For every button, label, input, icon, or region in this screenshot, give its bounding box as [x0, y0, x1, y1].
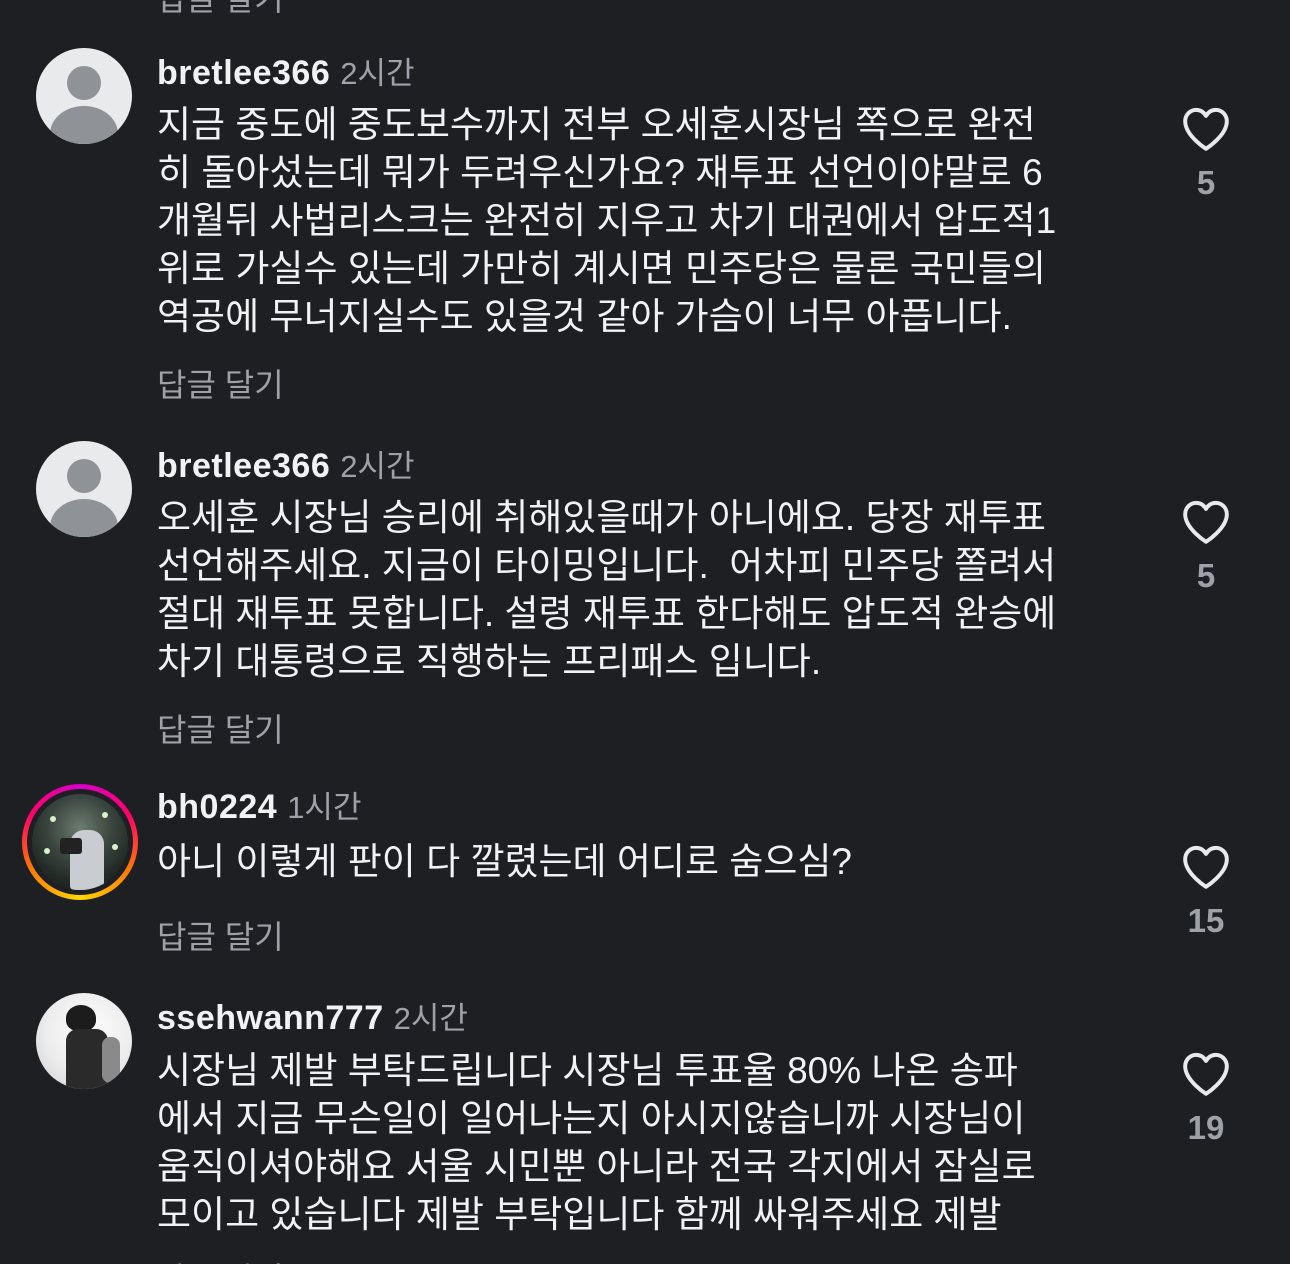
default-avatar-icon[interactable]: [36, 441, 132, 537]
comment-meta: bretlee366 2시간: [157, 441, 415, 486]
like-control: 5: [1170, 499, 1242, 595]
avatar-body-shape: [50, 499, 118, 537]
default-avatar-icon[interactable]: [36, 48, 132, 144]
comment-timestamp: 2시간: [393, 1001, 468, 1036]
heart-icon[interactable]: [1181, 499, 1231, 545]
comment-text: 아니 이렇게 판이 다 깔렸는데 어디로 숨으심?: [157, 841, 852, 882]
bokeh-light: [112, 844, 118, 850]
comment-timestamp: 1시간: [287, 790, 362, 825]
avatar-hair-shape: [66, 1005, 96, 1031]
like-count: 5: [1196, 557, 1216, 594]
like-control: 19: [1170, 1051, 1242, 1147]
camera-shape: [60, 838, 82, 854]
bokeh-light: [102, 812, 108, 818]
reply-button[interactable]: 답글 달기: [157, 705, 284, 751]
comment-text: 지금 중도에 중도보수까지 전부 오세훈시장님 쪽으로 완전 히 돌아섰는데 뭐…: [157, 104, 1057, 337]
avatar-arm-shape: [102, 1037, 120, 1083]
comment-meta: ssehwann777 2시간: [157, 993, 468, 1038]
comment-username[interactable]: ssehwann777: [157, 999, 384, 1037]
comment-text: 시장님 제발 부탁드립니다 시장님 투표율 80% 나온 송파 에서 지금 무슨…: [157, 1050, 1036, 1235]
story-avatar-icon[interactable]: [22, 784, 138, 900]
avatar-body-shape: [50, 106, 118, 144]
avatar-head-shape: [67, 459, 101, 493]
bokeh-light: [44, 848, 50, 854]
heart-icon[interactable]: [1181, 106, 1231, 152]
comment-text: 오세훈 시장님 승리에 취해있을때가 아니에요. 당장 재투표 선언해주세요. …: [157, 497, 1057, 682]
like-count: 19: [1187, 1109, 1225, 1146]
comment-username[interactable]: bretlee366: [157, 447, 330, 485]
reply-button-partial[interactable]: 답글 달기: [157, 1254, 284, 1264]
comment-username[interactable]: bretlee366: [157, 54, 330, 92]
like-control: 5: [1170, 106, 1242, 202]
comment-meta: bretlee366 2시간: [157, 48, 415, 93]
comment-timestamp: 2시간: [340, 449, 415, 484]
like-count: 5: [1196, 164, 1216, 201]
comment-timestamp: 2시간: [340, 56, 415, 91]
comment-meta: bh0224 1시간: [157, 782, 361, 827]
heart-icon[interactable]: [1181, 844, 1231, 890]
like-control: 15: [1170, 844, 1242, 940]
profile-photo-avatar-icon[interactable]: [36, 993, 132, 1089]
comment-username[interactable]: bh0224: [157, 788, 277, 826]
avatar-head-shape: [67, 66, 101, 100]
comments-page: 답글 달기 bretlee366 2시간 지금 중도에 중도보수까지 전부 오세훈…: [0, 0, 1290, 1264]
reply-button-partial[interactable]: 답글 달기: [157, 0, 284, 20]
heart-icon[interactable]: [1181, 1051, 1231, 1097]
profile-photo: [32, 794, 128, 890]
bokeh-light: [50, 816, 56, 822]
reply-button[interactable]: 답글 달기: [157, 912, 284, 958]
reply-button[interactable]: 답글 달기: [157, 360, 284, 406]
like-count: 15: [1187, 902, 1225, 939]
